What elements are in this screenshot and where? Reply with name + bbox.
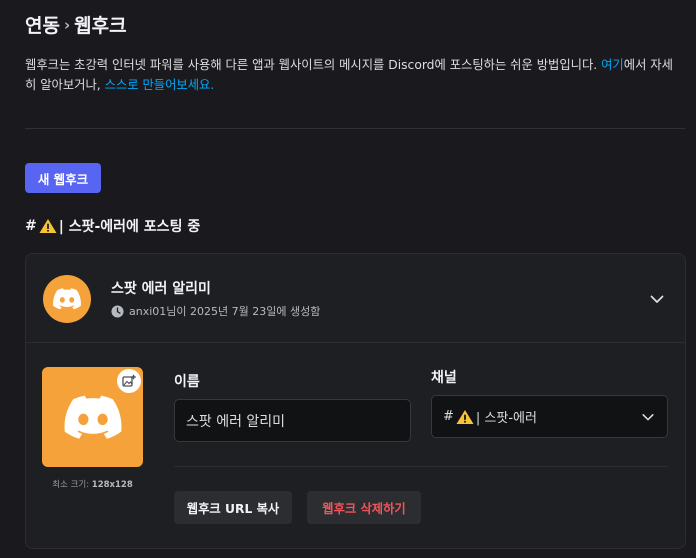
discord-logo-icon (64, 395, 121, 439)
warning-icon (39, 219, 57, 233)
new-webhook-button[interactable]: 새 웹후크 (25, 163, 101, 193)
breadcrumb-current: 웹후크 (74, 15, 127, 37)
webhook-name-input[interactable] (174, 399, 411, 442)
clock-icon (111, 304, 124, 318)
channel-hash: # (25, 218, 37, 234)
copy-webhook-url-button[interactable]: 웹후크 URL 복사 (174, 491, 292, 524)
build-yourself-link[interactable]: 스스로 만들어보세요. (105, 78, 215, 92)
breadcrumb: 연동 › 웹후크 (25, 11, 127, 38)
section-divider (25, 128, 685, 129)
min-size-prefix: 최소 크기: (52, 480, 92, 490)
webhook-card-header[interactable]: 스팟 에러 알리미 anxi01님이 2025년 7월 23일에 생성함 (26, 254, 685, 343)
webhook-created-text: anxi01님이 2025년 7월 23일에 생성함 (129, 305, 321, 318)
warning-icon (456, 409, 474, 424)
channel-label: 채널 (431, 370, 457, 386)
card-divider (174, 466, 668, 467)
chevron-down-icon[interactable] (649, 291, 665, 307)
webhook-meta: anxi01님이 2025년 7월 23일에 생성함 (111, 303, 320, 319)
add-image-icon[interactable] (117, 369, 141, 393)
description-text: 웹후크는 초강력 인터넷 파워를 사용해 다른 앱과 웹사이트의 메시지를 Di… (25, 58, 602, 72)
delete-webhook-button[interactable]: 웹후크 삭제하기 (307, 491, 421, 524)
channel-select-hash: # (443, 409, 454, 424)
channel-select-value: | 스팟-에러 (475, 411, 537, 426)
channel-select[interactable]: # | 스팟-에러 (431, 395, 668, 438)
discord-logo-icon (53, 288, 81, 310)
chevron-right-icon: › (63, 15, 71, 34)
webhooks-page: 연동 › 웹후크 웹후크는 초강력 인터넷 파워를 사용해 다른 앱과 웹사이트… (0, 0, 696, 558)
channel-heading: # | 스팟-에러에 포스팅 중 (25, 216, 200, 236)
breadcrumb-parent[interactable]: 연동 (25, 11, 60, 38)
webhook-name: 스팟 에러 알리미 (111, 281, 211, 297)
webhook-card: 스팟 에러 알리미 anxi01님이 2025년 7월 23일에 생성함 최소 … (25, 253, 686, 549)
min-size-value: 128x128 (91, 480, 133, 490)
webhooks-description: 웹후크는 초강력 인터넷 파워를 사용해 다른 앱과 웹사이트의 메시지를 Di… (25, 55, 675, 95)
min-size-note: 최소 크기: 128x128 (42, 478, 143, 490)
learn-more-link[interactable]: 여기 (601, 58, 624, 72)
add-image-glyph (122, 374, 136, 387)
chevron-down-icon (642, 414, 654, 421)
avatar-upload[interactable] (42, 367, 143, 467)
channel-heading-text: | 스팟-에러에 포스팅 중 (58, 219, 201, 235)
name-label: 이름 (174, 374, 200, 390)
webhook-avatar (43, 275, 91, 323)
